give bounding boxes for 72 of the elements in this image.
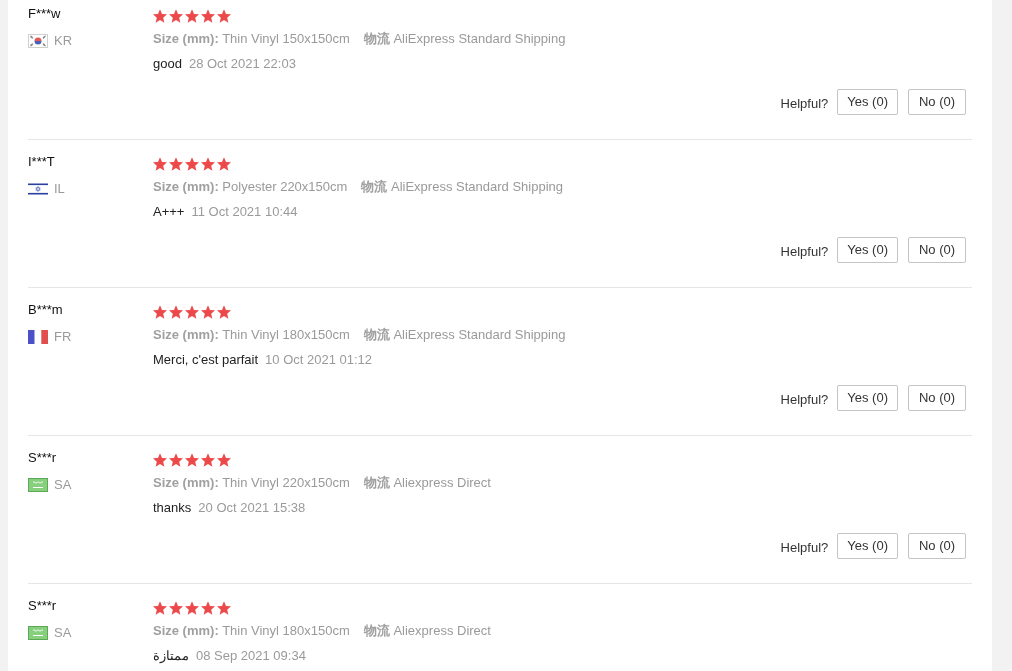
product-attribute: 物流 AliExpress Standard Shipping bbox=[361, 178, 563, 196]
helpful-label: Helpful? bbox=[780, 391, 829, 409]
country-code: FR bbox=[54, 328, 72, 346]
star-icon bbox=[185, 601, 199, 615]
reviewer-name: F***w bbox=[28, 5, 61, 23]
helpful-label: Helpful? bbox=[780, 539, 829, 557]
product-attribute: Size (mm): Thin Vinyl 220x150cm bbox=[153, 474, 350, 492]
yes-button[interactable]: Yes (0) bbox=[837, 89, 898, 115]
review-date: 11 Oct 2021 10:44 bbox=[191, 203, 298, 221]
star-icon bbox=[201, 305, 215, 319]
no-button[interactable]: No (0) bbox=[908, 237, 966, 263]
no-button[interactable]: No (0) bbox=[908, 385, 966, 411]
review-date: 10 Oct 2021 01:12 bbox=[265, 351, 373, 369]
product-attribute: Size (mm): Thin Vinyl 180x150cm bbox=[153, 326, 350, 344]
reviewer-name: S***r bbox=[28, 597, 57, 615]
product-attribute: Size (mm): Thin Vinyl 180x150cm bbox=[153, 622, 350, 640]
review-date: 08 Sep 2021 09:34 bbox=[196, 647, 306, 665]
star-icon bbox=[201, 453, 215, 467]
country-code: SA bbox=[54, 624, 72, 642]
star-icon bbox=[153, 601, 167, 615]
star-icon bbox=[185, 157, 199, 171]
star-icon bbox=[185, 453, 199, 467]
product-attribute: 物流 Aliexpress Direct bbox=[363, 622, 491, 640]
product-attribute: Size (mm): Polyester 220x150cm bbox=[153, 178, 348, 196]
star-icon bbox=[153, 305, 167, 319]
no-button[interactable]: No (0) bbox=[908, 533, 966, 559]
yes-button[interactable]: Yes (0) bbox=[837, 385, 898, 411]
star-icon bbox=[201, 9, 215, 23]
star-icon bbox=[217, 9, 231, 23]
country-code: SA bbox=[54, 476, 72, 494]
star-icon bbox=[153, 453, 167, 467]
helpful-label: Helpful? bbox=[780, 95, 829, 113]
star-icon bbox=[169, 601, 183, 615]
reviewer-name: S***r bbox=[28, 449, 57, 467]
star-icon bbox=[153, 9, 167, 23]
review-date: 28 Oct 2021 22:03 bbox=[188, 55, 296, 73]
no-button[interactable]: No (0) bbox=[908, 89, 966, 115]
review-text: good bbox=[153, 55, 182, 73]
country-code: IL bbox=[54, 180, 65, 198]
star-icon bbox=[185, 305, 199, 319]
flag-icon bbox=[28, 182, 48, 196]
star-icon bbox=[217, 453, 231, 467]
star-icon bbox=[153, 157, 167, 171]
star-icon bbox=[217, 157, 231, 171]
product-attribute: 物流 AliExpress Standard Shipping bbox=[363, 326, 566, 344]
product-attribute: 物流 AliExpress Standard Shipping bbox=[363, 30, 566, 48]
star-icon bbox=[201, 157, 215, 171]
star-icon bbox=[169, 453, 183, 467]
star-icon bbox=[217, 305, 231, 319]
star-icon bbox=[185, 9, 199, 23]
flag-icon bbox=[28, 626, 48, 640]
review-text: ممتازة bbox=[153, 647, 189, 665]
review-text: thanks bbox=[153, 499, 192, 517]
flag-icon bbox=[28, 330, 48, 344]
star-icon bbox=[169, 305, 183, 319]
review-text: A+++ bbox=[153, 203, 185, 221]
helpful-label: Helpful? bbox=[780, 243, 829, 261]
review-date: 20 Oct 2021 15:38 bbox=[198, 499, 306, 517]
star-icon bbox=[217, 601, 231, 615]
star-icon bbox=[169, 157, 183, 171]
reviewer-name: B***m bbox=[28, 301, 63, 319]
star-icon bbox=[201, 601, 215, 615]
country-code: KR bbox=[54, 32, 73, 50]
flag-icon bbox=[28, 478, 48, 492]
product-attribute: 物流 Aliexpress Direct bbox=[363, 474, 491, 492]
reviewer-name: I***T bbox=[28, 153, 55, 171]
flag-icon bbox=[28, 34, 48, 48]
yes-button[interactable]: Yes (0) bbox=[837, 237, 898, 263]
product-attribute: Size (mm): Thin Vinyl 150x150cm bbox=[153, 30, 350, 48]
review-text: Merci, c'est parfait bbox=[153, 351, 259, 369]
yes-button[interactable]: Yes (0) bbox=[837, 533, 898, 559]
star-icon bbox=[169, 9, 183, 23]
